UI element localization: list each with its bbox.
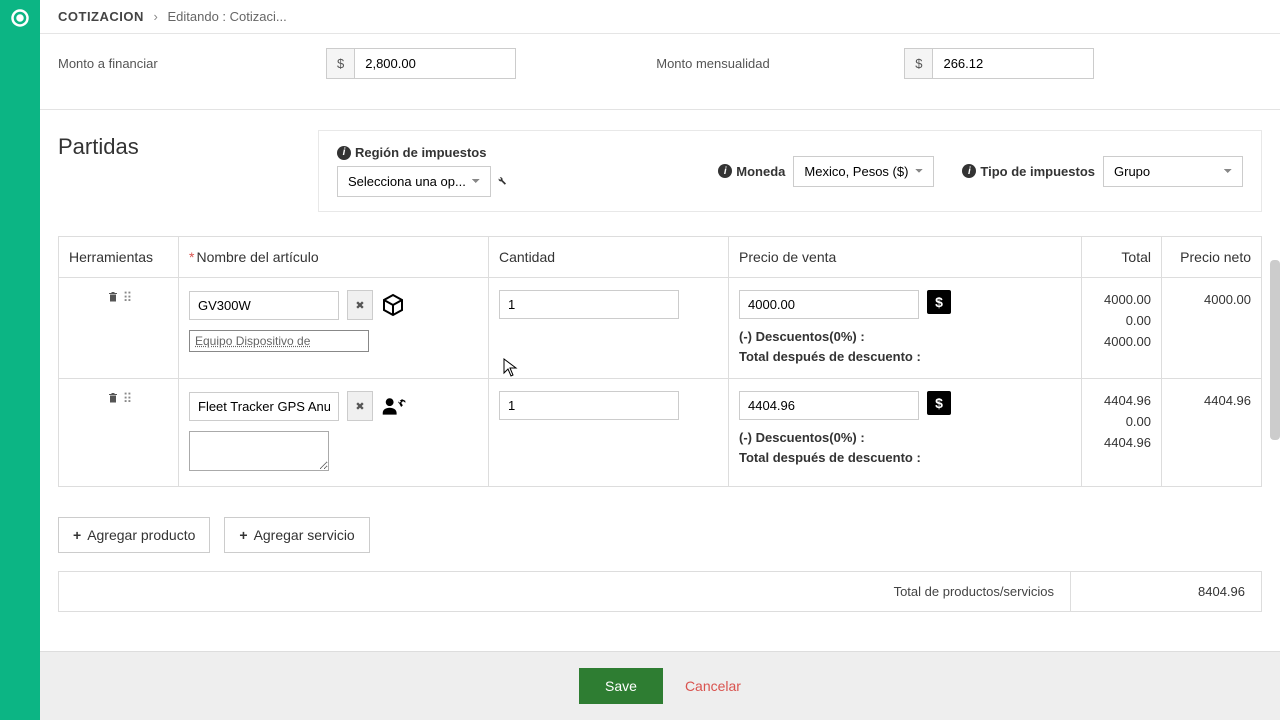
trash-icon[interactable]	[107, 392, 119, 407]
summary-total-value: 8404.96	[1071, 572, 1261, 611]
tax-type-select[interactable]: Grupo	[1103, 156, 1243, 187]
currency-symbol: $	[327, 49, 355, 78]
row-discount: 0.00	[1092, 311, 1151, 332]
article-description-textarea[interactable]	[189, 431, 329, 471]
add-product-button[interactable]: + Agregar producto	[58, 517, 210, 553]
quantity-input[interactable]	[499, 391, 679, 420]
col-net: Precio neto	[1162, 237, 1262, 278]
article-name-input[interactable]	[189, 392, 339, 421]
col-qty: Cantidad	[489, 237, 729, 278]
row-total: 4404.96	[1092, 391, 1151, 412]
col-total: Total	[1082, 237, 1162, 278]
table-row: ⠿ ✖	[59, 379, 1262, 487]
row-after-discount: 4000.00	[1092, 332, 1151, 353]
save-button[interactable]: Save	[579, 668, 663, 704]
currency-label: i Moneda	[718, 164, 785, 179]
info-icon: i	[962, 164, 976, 178]
price-input[interactable]	[739, 290, 919, 319]
scrollbar[interactable]	[1270, 260, 1280, 440]
plus-icon: +	[73, 527, 81, 543]
currency-select[interactable]: Mexico, Pesos ($)	[793, 156, 934, 187]
row-after-discount: 4404.96	[1092, 433, 1151, 454]
col-price: Precio de venta	[729, 237, 1082, 278]
form-footer: Save Cancelar	[40, 651, 1280, 720]
breadcrumb: COTIZACION › Editando : Cotizaci...	[40, 0, 1280, 34]
financing-amount-field[interactable]: $	[326, 48, 516, 79]
monthly-amount-label: Monto mensualidad	[656, 56, 796, 71]
row-total: 4000.00	[1092, 290, 1151, 311]
plus-icon: +	[239, 527, 247, 543]
info-icon: i	[337, 146, 351, 160]
app-logo-sidebar[interactable]	[0, 0, 40, 720]
table-row: ⠿ ✖	[59, 278, 1262, 379]
row-discount: 0.00	[1092, 412, 1151, 433]
financing-amount-label: Monto a financiar	[58, 56, 198, 71]
tax-region-label: i Región de impuestos	[337, 145, 507, 160]
price-input[interactable]	[739, 391, 919, 420]
chevron-right-icon: ›	[154, 9, 158, 24]
clear-icon[interactable]: ✖	[347, 290, 373, 320]
breadcrumb-module[interactable]: COTIZACION	[58, 9, 144, 24]
line-items-table: Herramientas Nombre del artículo Cantida…	[58, 236, 1262, 487]
col-tools: Herramientas	[59, 237, 179, 278]
price-book-icon[interactable]: $	[927, 290, 951, 314]
tax-type-label: i Tipo de impuestos	[962, 164, 1095, 179]
drag-handle-icon[interactable]: ⠿	[123, 290, 131, 306]
monthly-amount-field[interactable]: $	[904, 48, 1094, 79]
price-book-icon[interactable]: $	[927, 391, 951, 415]
summary-totals: Total de productos/servicios 8404.96	[58, 571, 1262, 612]
wrench-icon[interactable]	[495, 174, 507, 189]
service-icon[interactable]	[381, 395, 407, 417]
box-icon[interactable]	[381, 293, 405, 317]
currency-symbol: $	[905, 49, 933, 78]
clear-icon[interactable]: ✖	[347, 391, 373, 421]
monthly-amount-input[interactable]	[933, 49, 1093, 78]
summary-total-label: Total de productos/servicios	[59, 572, 1071, 611]
target-icon	[10, 8, 30, 28]
row-net: 4000.00	[1172, 290, 1251, 311]
breadcrumb-page: Editando : Cotizaci...	[167, 9, 286, 24]
drag-handle-icon[interactable]: ⠿	[123, 391, 131, 407]
add-service-button[interactable]: + Agregar servicio	[224, 517, 369, 553]
info-icon: i	[718, 164, 732, 178]
article-description-input[interactable]	[189, 330, 369, 352]
article-name-input[interactable]	[189, 291, 339, 320]
row-net: 4404.96	[1172, 391, 1251, 412]
financing-amount-input[interactable]	[355, 49, 515, 78]
quantity-input[interactable]	[499, 290, 679, 319]
section-title-partidas: Partidas	[58, 130, 298, 160]
cancel-button[interactable]: Cancelar	[685, 678, 741, 694]
tax-region-select[interactable]: Selecciona una op...	[337, 166, 491, 197]
trash-icon[interactable]	[107, 291, 119, 306]
col-article: Nombre del artículo	[179, 237, 489, 278]
